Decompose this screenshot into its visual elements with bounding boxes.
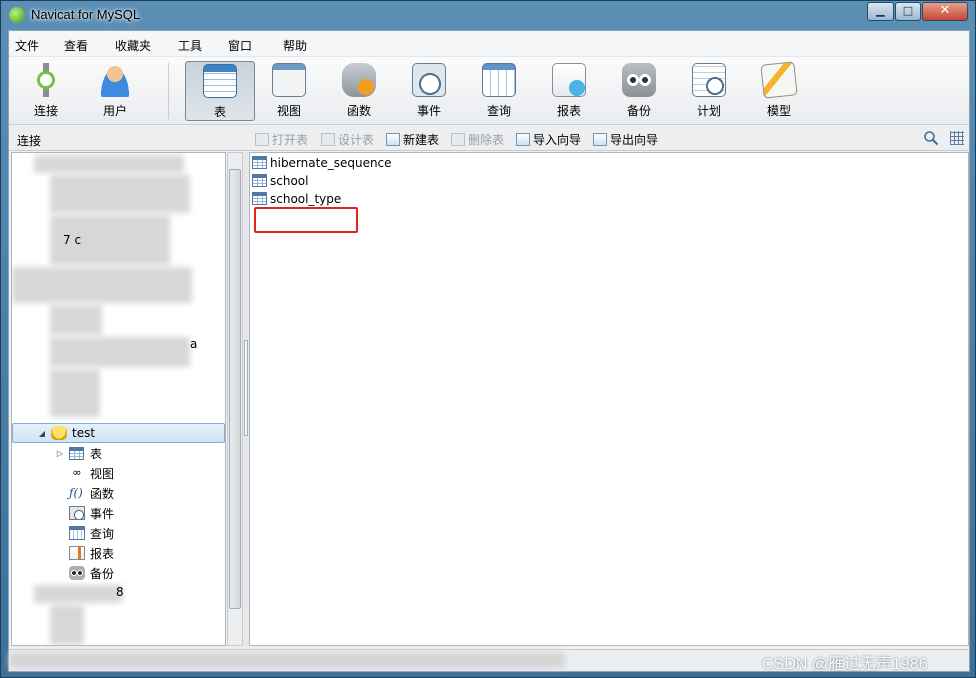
menu-bar: 文件 查看 收藏夹 工具 窗口 帮助: [9, 31, 969, 57]
object-list: hibernate_sequence school school_type: [249, 152, 969, 646]
redacted-area: [34, 585, 122, 603]
import-icon: [516, 133, 530, 146]
menu-window[interactable]: 窗口: [228, 37, 252, 54]
tree-item-views[interactable]: ∞ 视图: [12, 463, 225, 483]
toolbar-user-button[interactable]: 用户: [82, 61, 148, 121]
user-icon: [98, 63, 132, 97]
tree-item-reports[interactable]: 报表: [12, 543, 225, 563]
redacted-area: [50, 337, 190, 367]
table-icon: [203, 64, 237, 98]
maximize-button[interactable]: □: [895, 2, 921, 21]
annotation-highlight-box: [254, 207, 358, 233]
backup-icon: [69, 566, 85, 580]
collapse-arrow-icon[interactable]: ◢: [37, 429, 47, 438]
menu-help[interactable]: 帮助: [283, 37, 307, 54]
redacted-area: [50, 305, 102, 335]
event-icon: [69, 506, 85, 520]
expand-arrow-icon[interactable]: ▷: [55, 449, 65, 458]
table-icon: [252, 174, 267, 187]
redacted-area: [12, 267, 192, 303]
function-icon: [342, 63, 376, 97]
toolbar-table-button[interactable]: 表: [185, 61, 255, 121]
connection-icon: [29, 63, 63, 97]
tree-item-queries[interactable]: 查询: [12, 523, 225, 543]
database-icon: [51, 426, 67, 440]
tree-item-events[interactable]: 事件: [12, 503, 225, 523]
toolbar-query-button[interactable]: 查询: [466, 61, 532, 121]
table-icon: [252, 192, 267, 205]
watermark: CSDN @雁过无声1986: [762, 656, 928, 673]
tree-scrollbar[interactable]: [227, 152, 243, 646]
title-bar: Navicat for MySQL ▁ □ ✕: [1, 1, 975, 29]
delete-table-button[interactable]: 删除表: [451, 131, 504, 148]
connection-panel-label: 连接: [17, 134, 42, 148]
table-item-hibernate-sequence[interactable]: hibernate_sequence: [252, 154, 392, 171]
schedule-icon: [692, 63, 726, 97]
table-icon: [252, 156, 267, 169]
tree-scroll-thumb[interactable]: [229, 169, 241, 609]
query-icon: [482, 63, 516, 97]
new-table-button[interactable]: 新建表: [386, 131, 439, 148]
tree-item-backups[interactable]: 备份: [12, 563, 225, 583]
toolbar-schedule-button[interactable]: 计划: [676, 61, 742, 121]
table-item-school-type[interactable]: school_type: [252, 190, 341, 207]
redacted-area: [50, 605, 84, 645]
toolbar-model-button[interactable]: 模型: [746, 61, 812, 121]
search-icon[interactable]: [923, 130, 939, 146]
report-icon: [69, 546, 85, 560]
redacted-area: [50, 369, 100, 417]
window-title: Navicat for MySQL: [31, 7, 141, 22]
grid-view-icon[interactable]: [950, 131, 964, 145]
navicat-logo-icon: [9, 7, 25, 23]
menu-tools[interactable]: 工具: [178, 37, 202, 54]
table-icon: [69, 446, 84, 460]
open-table-icon: [255, 133, 269, 146]
main-toolbar: 连接 用户 表 视图 函数 事件 查询 报表 备份 计划 模型: [9, 57, 969, 125]
tree-partial-text: a: [190, 337, 198, 351]
tree-partial-text: 7 c: [63, 233, 82, 247]
export-icon: [593, 133, 607, 146]
table-item-school[interactable]: school: [252, 172, 308, 189]
redacted-area: [9, 652, 565, 668]
toolbar-connection-button[interactable]: 连接: [13, 61, 79, 121]
event-icon: [412, 63, 446, 97]
backup-icon: [622, 63, 656, 97]
import-wizard-button[interactable]: 导入向导: [516, 131, 581, 148]
design-table-button[interactable]: 设计表: [321, 131, 374, 148]
close-button[interactable]: ✕: [922, 2, 968, 21]
redacted-area: [34, 155, 184, 173]
function-icon: ƒ(): [69, 486, 83, 500]
menu-favorites[interactable]: 收藏夹: [115, 37, 151, 54]
view-icon: [272, 63, 306, 97]
minimize-button[interactable]: ▁: [867, 2, 894, 21]
new-table-icon: [386, 133, 400, 146]
tree-partial-text: 8: [116, 585, 124, 599]
open-table-button[interactable]: 打开表: [255, 131, 308, 148]
design-table-icon: [321, 133, 335, 146]
tree-item-tables[interactable]: ▷ 表: [12, 443, 225, 463]
tree-item-database-test[interactable]: ◢ test: [12, 423, 225, 443]
toolbar-report-button[interactable]: 报表: [536, 61, 602, 121]
toolbar-event-button[interactable]: 事件: [396, 61, 462, 121]
toolbar-backup-button[interactable]: 备份: [606, 61, 672, 121]
redacted-area: [50, 175, 190, 213]
object-toolbar: 连接 打开表 设计表 新建表 删除表 导入向导 导出向导: [9, 126, 969, 151]
toolbar-function-button[interactable]: 函数: [326, 61, 392, 121]
client-area: 文件 查看 收藏夹 工具 窗口 帮助 连接 用户 表 视图 函数 事件 查询 报…: [8, 30, 970, 672]
toolbar-view-button[interactable]: 视图: [256, 61, 322, 121]
model-icon: [760, 61, 798, 99]
connection-tree: 7 c a ◢ test ▷ 表 ∞ 视图 ƒ() 函数 事件 查询 报表 备份…: [11, 152, 226, 646]
report-icon: [552, 63, 586, 97]
export-wizard-button[interactable]: 导出向导: [593, 131, 658, 148]
tree-item-functions[interactable]: ƒ() 函数: [12, 483, 225, 503]
splitter-grip[interactable]: [244, 340, 248, 436]
app-window: Navicat for MySQL ▁ □ ✕ 文件 查看 收藏夹 工具 窗口 …: [0, 0, 976, 678]
query-icon: [69, 526, 85, 540]
menu-file[interactable]: 文件: [15, 37, 39, 54]
view-glasses-icon: ∞: [72, 466, 82, 479]
menu-view[interactable]: 查看: [64, 37, 88, 54]
toolbar-separator: [168, 63, 169, 119]
delete-table-icon: [451, 133, 465, 146]
